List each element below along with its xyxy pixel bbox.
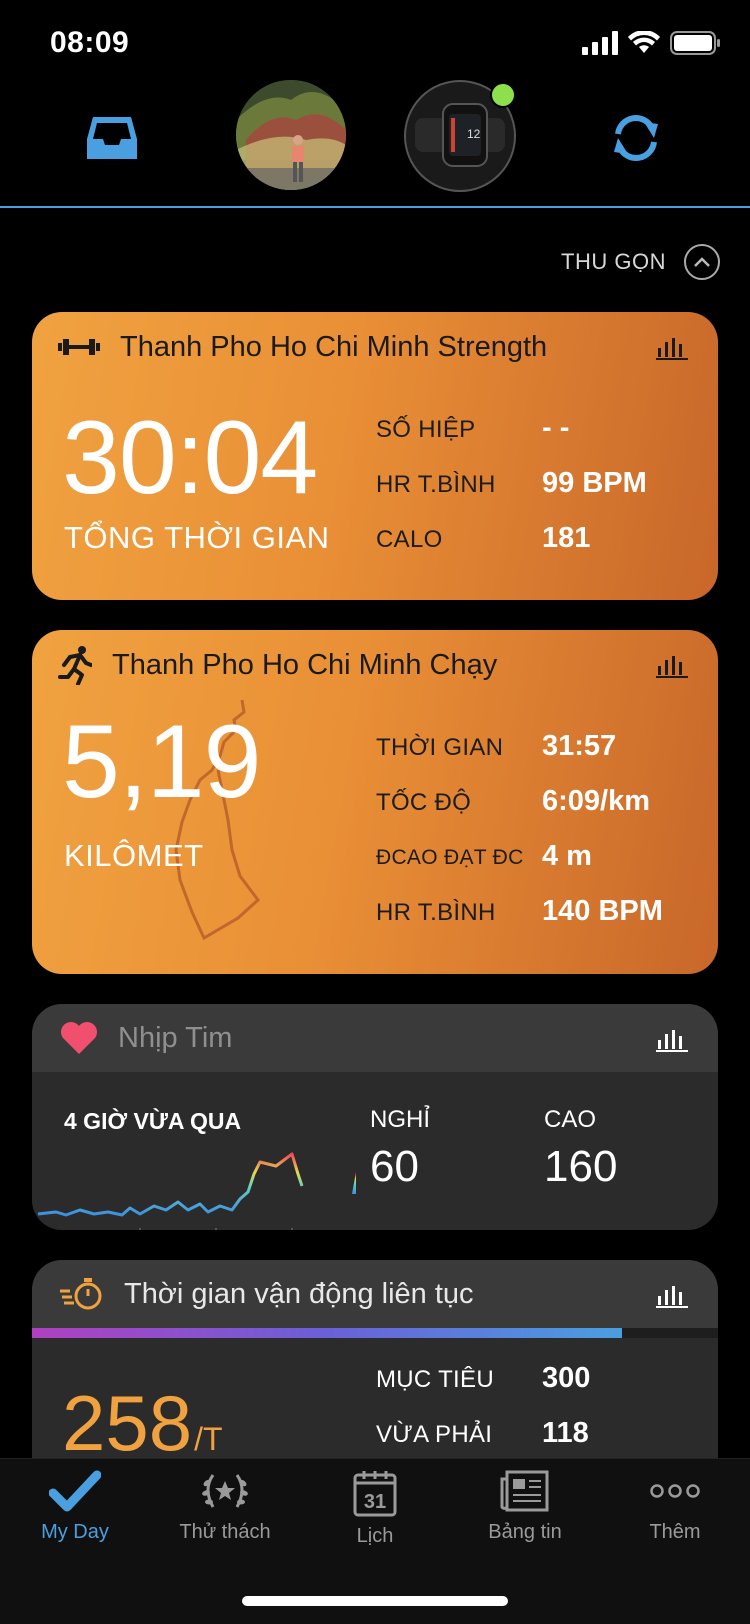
- calendar-day: 31: [364, 1491, 386, 1513]
- tab-label: Thêm: [649, 1521, 701, 1543]
- resting-value: 60: [370, 1142, 419, 1191]
- card-title: Thanh Pho Ho Chi Minh Chạy: [112, 648, 498, 681]
- intensity-minutes-card[interactable]: Thời gian vận động liên tục 258 /T MỤC T…: [32, 1260, 718, 1490]
- tab-label: Thử thách: [179, 1521, 271, 1543]
- device-button[interactable]: 12: [404, 80, 516, 192]
- tab-newsfeed[interactable]: Bảng tin: [450, 1469, 600, 1544]
- status-bar: 08:09: [0, 0, 750, 90]
- running-activity-card[interactable]: Thanh Pho Ho Chi Minh Chạy 5,19 KILÔMET …: [32, 630, 718, 974]
- goal-value: 300: [542, 1362, 591, 1394]
- period-label: 4 GIỜ VỪA QUA: [64, 1108, 242, 1134]
- dumbbell-icon: [58, 339, 100, 355]
- home-indicator: [242, 1596, 508, 1606]
- tab-challenges[interactable]: Thử thách: [150, 1469, 300, 1544]
- card-header: Thanh Pho Ho Chi Minh Chạy: [32, 630, 718, 700]
- inbox-button[interactable]: [82, 108, 142, 168]
- tab-my-day[interactable]: My Day: [0, 1469, 150, 1544]
- watch-icon: 12: [415, 103, 505, 167]
- calories-label: CALO: [376, 526, 443, 553]
- progress-track: [32, 1328, 718, 1338]
- profile-avatar[interactable]: [236, 80, 346, 190]
- card-header: Thời gian vận động liên tục: [32, 1260, 718, 1328]
- status-time: 08:09: [50, 26, 130, 59]
- calories-value: 181: [542, 522, 591, 554]
- bar-chart-icon[interactable]: [656, 336, 688, 360]
- inbox-icon: [87, 117, 137, 159]
- top-navigation: 12: [0, 78, 750, 208]
- runner-icon: [58, 646, 92, 685]
- stopwatch-icon: [60, 1278, 102, 1310]
- sync-button[interactable]: [606, 108, 666, 168]
- intensity-value-row: 258 /T: [62, 1378, 223, 1469]
- heart-icon: [61, 1022, 97, 1054]
- avg-hr-value: 140 BPM: [542, 895, 663, 927]
- elevation-value: 4 m: [542, 840, 592, 872]
- heart-rate-card[interactable]: Nhịp Tim 4 GIỜ VỪA QUA NGHỈ 60 CAO 160: [32, 1004, 718, 1230]
- svg-text:12: 12: [467, 127, 481, 141]
- total-time-value: 30:04: [62, 400, 318, 516]
- cellular-signal-icon: [582, 31, 618, 55]
- status-icons: [582, 30, 722, 56]
- heart-rate-sparkline: [37, 1152, 356, 1230]
- intensity-unit: /T: [194, 1421, 223, 1457]
- sync-icon: [614, 115, 658, 161]
- avg-hr-label: HR T.BÌNH: [376, 899, 496, 926]
- checkmark-icon: [49, 1470, 101, 1512]
- total-time-label: TỔNG THỜI GIAN: [64, 520, 330, 555]
- bar-chart-icon[interactable]: [656, 654, 688, 678]
- card-header: Nhịp Tim: [32, 1004, 718, 1072]
- intensity-value: 258: [62, 1379, 193, 1467]
- pace-value: 6:09/km: [542, 785, 651, 817]
- calendar-icon: 31: [353, 1471, 397, 1517]
- moderate-value: 118: [542, 1417, 589, 1449]
- device-connected-indicator: [490, 82, 516, 108]
- moderate-label: VỪA PHẢI: [376, 1421, 493, 1448]
- tab-label: Lịch: [356, 1525, 394, 1547]
- resting-label: NGHỈ: [370, 1106, 430, 1133]
- card-title: Thanh Pho Ho Chi Minh Strength: [120, 330, 548, 363]
- collapse-label: THU GỌN: [561, 249, 666, 274]
- tab-more[interactable]: Thêm: [600, 1469, 750, 1544]
- sets-label: SỐ HIỆP: [376, 416, 476, 443]
- more-dots-icon: [650, 1484, 700, 1498]
- avatar-image: [236, 80, 346, 190]
- high-value: 160: [544, 1142, 618, 1191]
- strength-activity-card[interactable]: Thanh Pho Ho Chi Minh Strength 30:04 TỔN…: [32, 312, 718, 600]
- high-label: CAO: [544, 1106, 597, 1133]
- avg-hr-label: HR T.BÌNH: [376, 471, 496, 498]
- tab-calendar[interactable]: 31 Lịch: [300, 1469, 450, 1548]
- goal-label: MỤC TIÊU: [376, 1366, 494, 1393]
- laurel-icon: [202, 1474, 248, 1508]
- chevron-up-icon: [684, 244, 720, 280]
- card-title: Nhịp Tim: [118, 1021, 233, 1054]
- card-header: Thanh Pho Ho Chi Minh Strength: [32, 312, 718, 382]
- tab-label: My Day: [41, 1521, 109, 1543]
- distance-label: KILÔMET: [64, 838, 204, 873]
- bar-chart-icon[interactable]: [656, 1028, 688, 1052]
- elevation-label: ĐCAO ĐẠT ĐC: [376, 846, 524, 869]
- wifi-icon: [628, 31, 660, 53]
- bar-chart-icon[interactable]: [656, 1284, 688, 1308]
- tab-label: Bảng tin: [488, 1521, 562, 1543]
- avg-hr-value: 99 BPM: [542, 467, 647, 499]
- duration-value: 31:57: [542, 730, 617, 762]
- progress-fill: [32, 1328, 622, 1338]
- card-title: Thời gian vận động liên tục: [124, 1277, 474, 1310]
- battery-icon: [670, 31, 720, 55]
- sets-value: - -: [542, 412, 570, 444]
- duration-label: THỜI GIAN: [376, 734, 504, 761]
- pace-label: TỐC ĐỘ: [376, 789, 472, 816]
- distance-value: 5,19: [62, 704, 261, 820]
- newsfeed-icon: [500, 1470, 549, 1512]
- collapse-toggle[interactable]: THU GỌN: [561, 244, 720, 280]
